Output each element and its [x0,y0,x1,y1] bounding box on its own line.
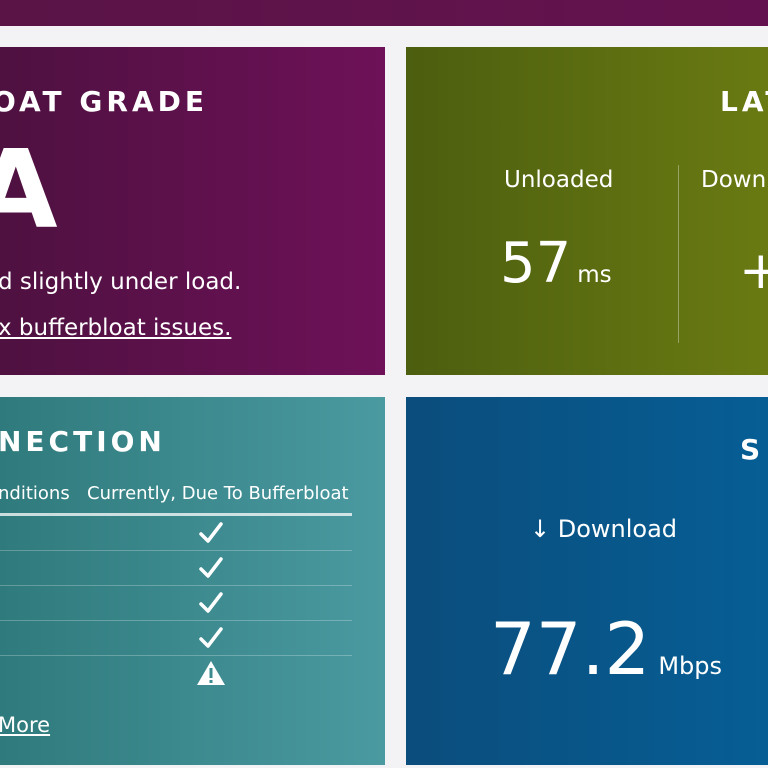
download-latency-label: Down [701,167,767,193]
grade-card: OAT GRADE A d slightly under load. x buf… [0,47,385,375]
unloaded-latency-number: 57 [500,231,572,296]
unloaded-latency-value: 57 ms [500,231,612,296]
latency-divider [678,165,679,343]
check-icon [196,624,226,652]
table-row [0,586,352,621]
latency-card: LAT Unloaded Down 57ms + [406,47,768,375]
download-speed-value: 77.2 Mbps [490,607,722,691]
latency-title: LAT [720,85,768,118]
check-icon [196,554,226,582]
bufferbloat-help-link[interactable]: x bufferbloat issues. [0,315,231,341]
table-row [0,656,352,690]
column-header-currently: Currently, Due To Bufferbloat [87,483,349,504]
learn-more-link[interactable]: More [0,713,50,737]
top-banner [0,0,768,26]
connection-card: NECTION nditions Currently, Due To Buffe… [0,397,385,765]
table-row [0,621,352,656]
latency-unit: ms [577,262,612,288]
column-header-conditions: nditions [0,483,70,504]
check-icon [196,519,226,547]
speed-card: S ↓ Download 77.2 Mbps [406,397,768,765]
download-label: ↓ Download [530,515,678,543]
speed-title: S [740,433,765,466]
table-row [0,551,352,586]
table-row [0,516,352,551]
grade-title: OAT GRADE [0,85,208,118]
grade-letter: A [0,128,58,253]
speed-unit: Mbps [658,652,722,680]
unloaded-label: Unloaded [504,167,614,193]
grade-description: d slightly under load. [0,269,242,295]
warning-icon [196,659,226,687]
connection-title: NECTION [0,425,166,458]
download-speed-number: 77.2 [490,607,651,691]
download-latency-value: + [739,241,768,301]
check-icon [196,589,226,617]
